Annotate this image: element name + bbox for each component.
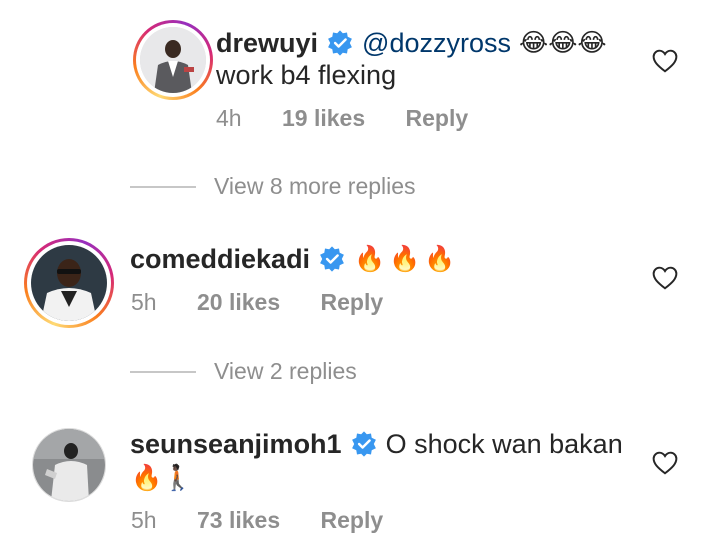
comment-username[interactable]: seunseanjimoh1 <box>130 428 342 460</box>
comment-line-1: comeddiekadi 🔥🔥🔥 <box>130 243 459 275</box>
reply-divider <box>130 370 196 373</box>
comment-mention[interactable]: @dozzyross <box>362 27 511 59</box>
comment-line-1: seunseanjimoh1 O shock wan bakan <box>130 428 623 460</box>
avatar-image <box>33 429 105 501</box>
heart-icon[interactable] <box>652 49 678 73</box>
view-replies-label: View 2 replies <box>214 358 357 384</box>
view-more-replies-button[interactable]: View 8 more replies <box>130 173 416 200</box>
avatar-seunseanjimoh1[interactable] <box>32 428 106 502</box>
reply-button[interactable]: Reply <box>321 289 384 315</box>
avatar-image <box>31 245 107 321</box>
avatar-comeddiekadi[interactable] <box>24 238 114 328</box>
verified-badge-icon <box>320 246 344 272</box>
comment-likes[interactable]: 20 likes <box>197 289 280 315</box>
comment-meta: 5h 20 likes Reply <box>131 289 417 316</box>
comment-likes[interactable]: 73 likes <box>197 507 280 533</box>
comment-line-1: drewuyi @dozzyross 😂😂😂 <box>216 27 607 59</box>
heart-icon[interactable] <box>652 451 678 475</box>
reply-divider <box>130 185 196 188</box>
avatar-image <box>140 27 206 93</box>
comment-meta: 4h 19 likes Reply <box>216 105 502 132</box>
comment-text: work b4 flexing <box>216 60 397 90</box>
comment-username[interactable]: drewuyi <box>216 27 318 59</box>
comment-meta: 5h 73 likes Reply <box>131 507 417 534</box>
comment-likes[interactable]: 19 likes <box>282 105 365 131</box>
comment-text: O shock wan bakan <box>385 429 623 459</box>
laughing-emoji-icon: 😂😂😂 <box>518 29 607 57</box>
comment-username[interactable]: comeddiekadi <box>130 243 310 275</box>
comment-time: 5h <box>131 289 157 315</box>
view-replies-button[interactable]: View 2 replies <box>130 358 357 385</box>
comment-time: 4h <box>216 105 242 131</box>
heart-icon[interactable] <box>652 266 678 290</box>
comment-time: 5h <box>131 507 157 533</box>
avatar-drewuyi[interactable] <box>133 20 213 100</box>
view-replies-label: View 8 more replies <box>214 173 416 199</box>
verified-badge-icon <box>351 431 376 457</box>
verified-badge-icon <box>328 30 352 56</box>
fire-emoji-icon: 🔥🔥🔥 <box>354 245 460 273</box>
reply-button[interactable]: Reply <box>406 105 469 131</box>
fire-walking-emoji-icon: 🔥🚶🏿 <box>131 464 194 492</box>
reply-button[interactable]: Reply <box>321 507 384 533</box>
